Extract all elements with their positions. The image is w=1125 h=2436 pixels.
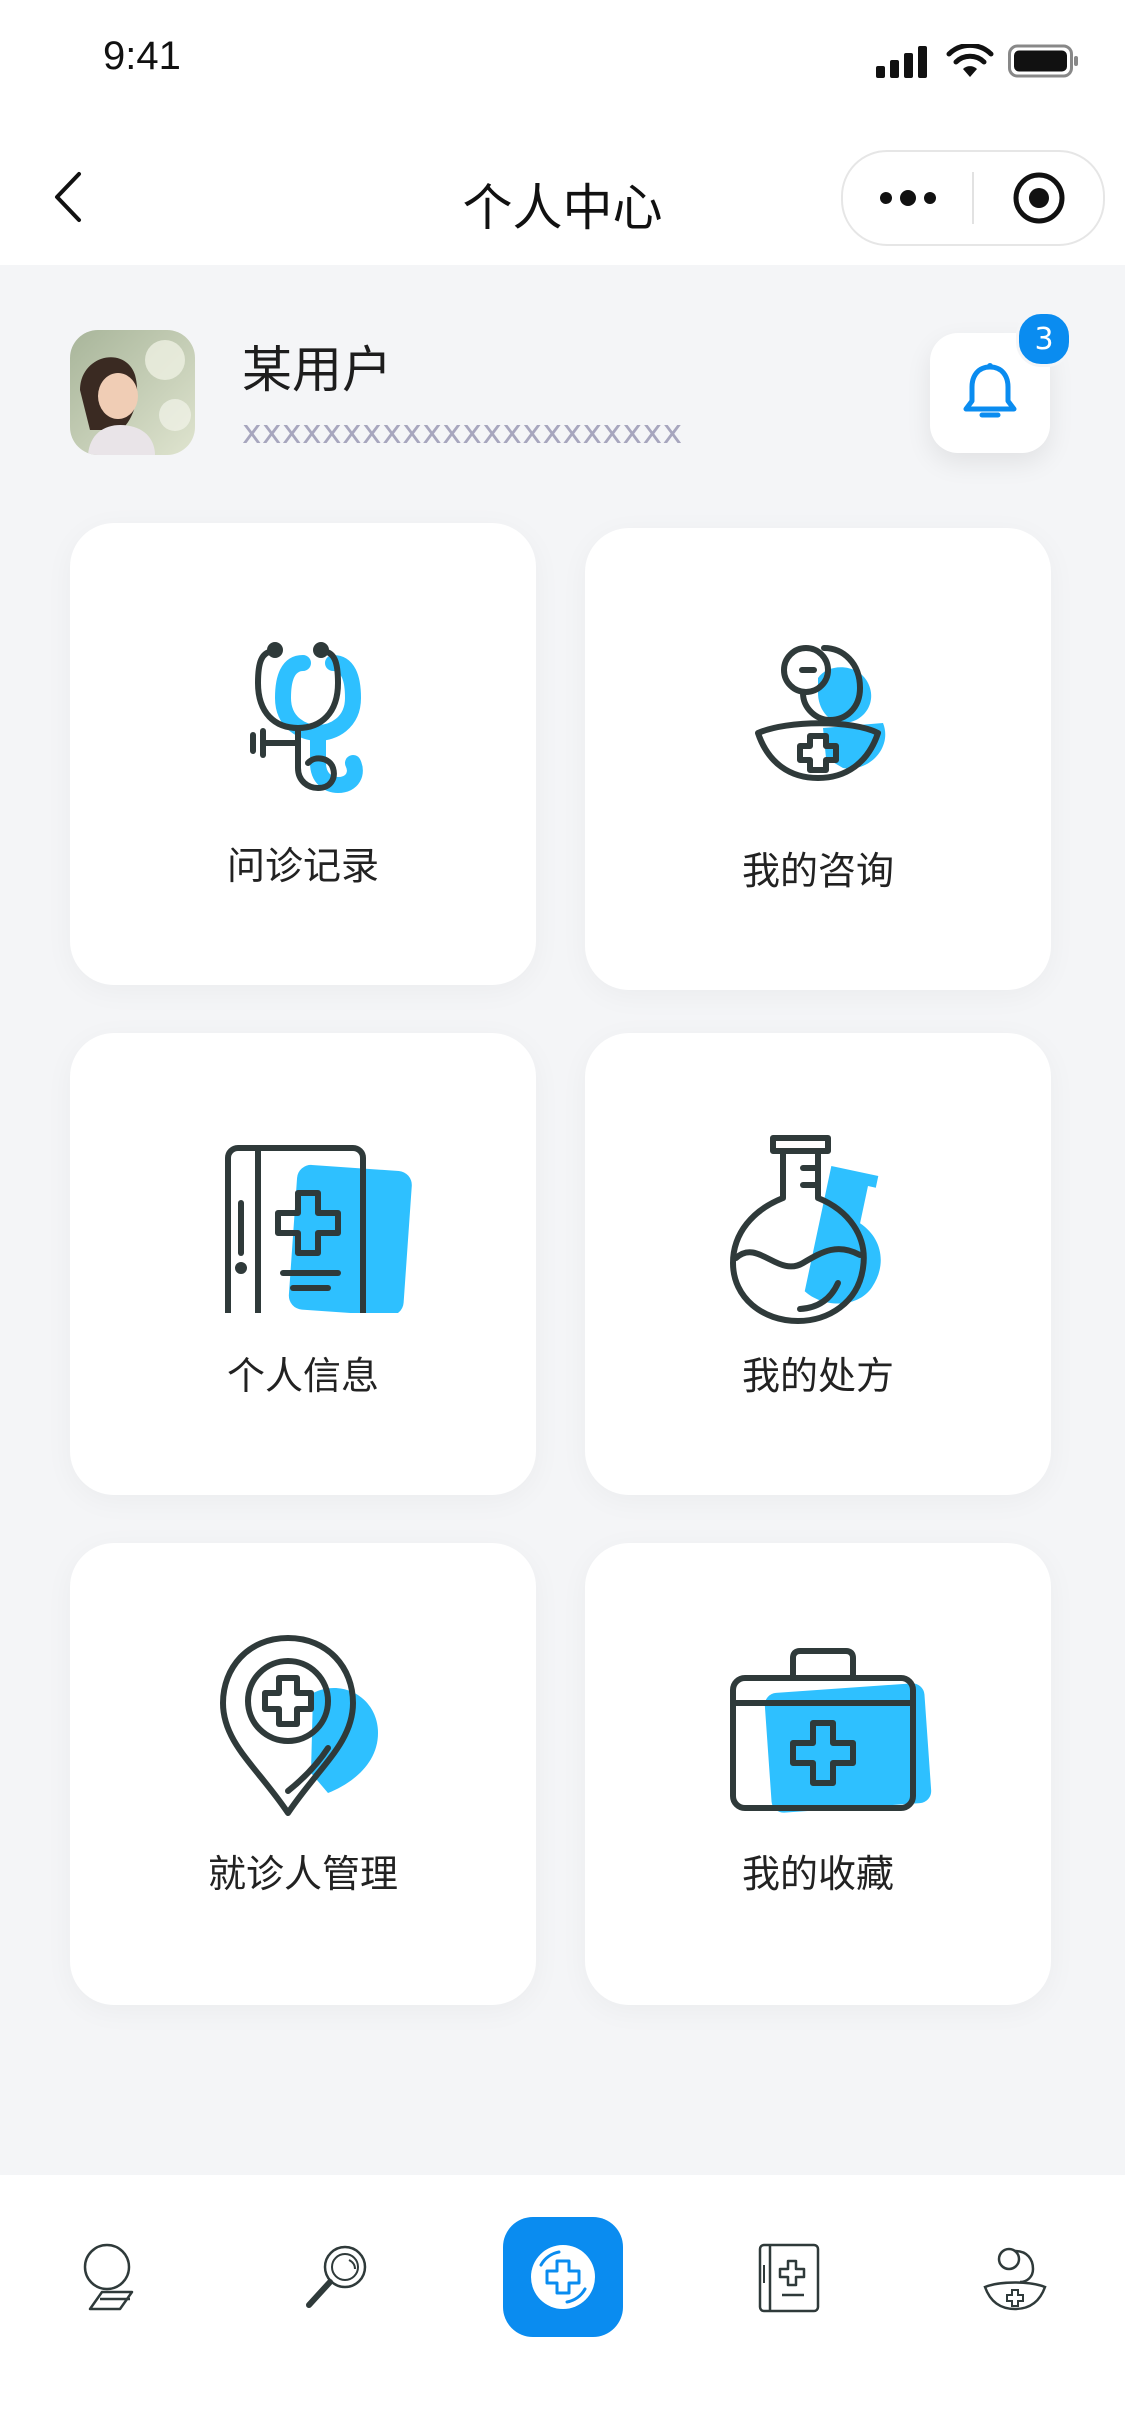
tab-home[interactable] — [503, 2217, 623, 2337]
user-name: 某用户 — [242, 341, 392, 399]
nav-bar: 个人中心 — [0, 130, 1125, 265]
stethoscope-icon — [250, 642, 363, 794]
menu-card-personal-info[interactable]: 个人信息 — [70, 1033, 536, 1495]
menu-card-patient-management[interactable]: 就诊人管理 — [70, 1543, 536, 2005]
tab-doctor[interactable] — [955, 2217, 1075, 2337]
avatar[interactable] — [70, 330, 195, 455]
medical-book-icon — [225, 1145, 412, 1313]
user-subtitle: xxxxxxxxxxxxxxxxxxxxxx — [242, 412, 683, 451]
more-button[interactable] — [843, 152, 972, 244]
wifi-icon — [946, 44, 994, 77]
bell-icon — [963, 363, 1017, 418]
status-icons — [876, 44, 1080, 78]
profile-header: 某用户 xxxxxxxxxxxxxxxxxxxxxx 3 — [70, 311, 1072, 455]
battery-icon — [1008, 44, 1078, 78]
menu-card-label: 就诊人管理 — [207, 1852, 398, 1896]
menu-card-label: 问诊记录 — [226, 844, 379, 888]
notification-badge: 3 — [1016, 311, 1072, 367]
tab-medical-records[interactable] — [728, 2217, 848, 2337]
tab-consult[interactable] — [52, 2217, 172, 2337]
status-time: 9:41 — [103, 34, 181, 78]
signal-icon — [876, 46, 927, 78]
menu-card-consult-records[interactable]: 问诊记录 — [70, 523, 536, 985]
more-dots-icon — [879, 190, 936, 206]
notification-button[interactable]: 3 — [930, 311, 1072, 453]
target-close-icon — [1013, 172, 1064, 224]
first-aid-kit-icon — [730, 1648, 932, 1813]
doctor-icon — [755, 645, 886, 781]
flask-icon — [730, 1135, 881, 1324]
avatar-photo — [70, 330, 195, 455]
menu-card-my-consultations[interactable]: 我的咨询 — [585, 528, 1051, 990]
close-miniprogram-button[interactable] — [974, 152, 1103, 244]
tab-bar — [0, 2175, 1125, 2436]
status-bar: 9:41 — [0, 0, 1125, 130]
home-cross-icon — [531, 2245, 595, 2309]
menu-card-label: 个人信息 — [226, 1354, 379, 1398]
menu-card-my-favorites[interactable]: 我的收藏 — [585, 1543, 1051, 2005]
menu-card-my-prescriptions[interactable]: 我的处方 — [585, 1033, 1051, 1495]
consult-icon — [83, 2243, 134, 2311]
menu-card-label: 我的收藏 — [741, 1852, 894, 1896]
tab-search[interactable] — [277, 2217, 397, 2337]
doctor-icon — [983, 2247, 1047, 2311]
location-pin-cross-icon — [220, 1635, 378, 1816]
menu-card-label: 我的处方 — [741, 1354, 894, 1398]
medical-book-icon — [758, 2243, 820, 2313]
search-icon — [306, 2245, 367, 2308]
menu-card-label: 我的咨询 — [741, 849, 894, 893]
mini-program-capsule — [841, 150, 1105, 246]
